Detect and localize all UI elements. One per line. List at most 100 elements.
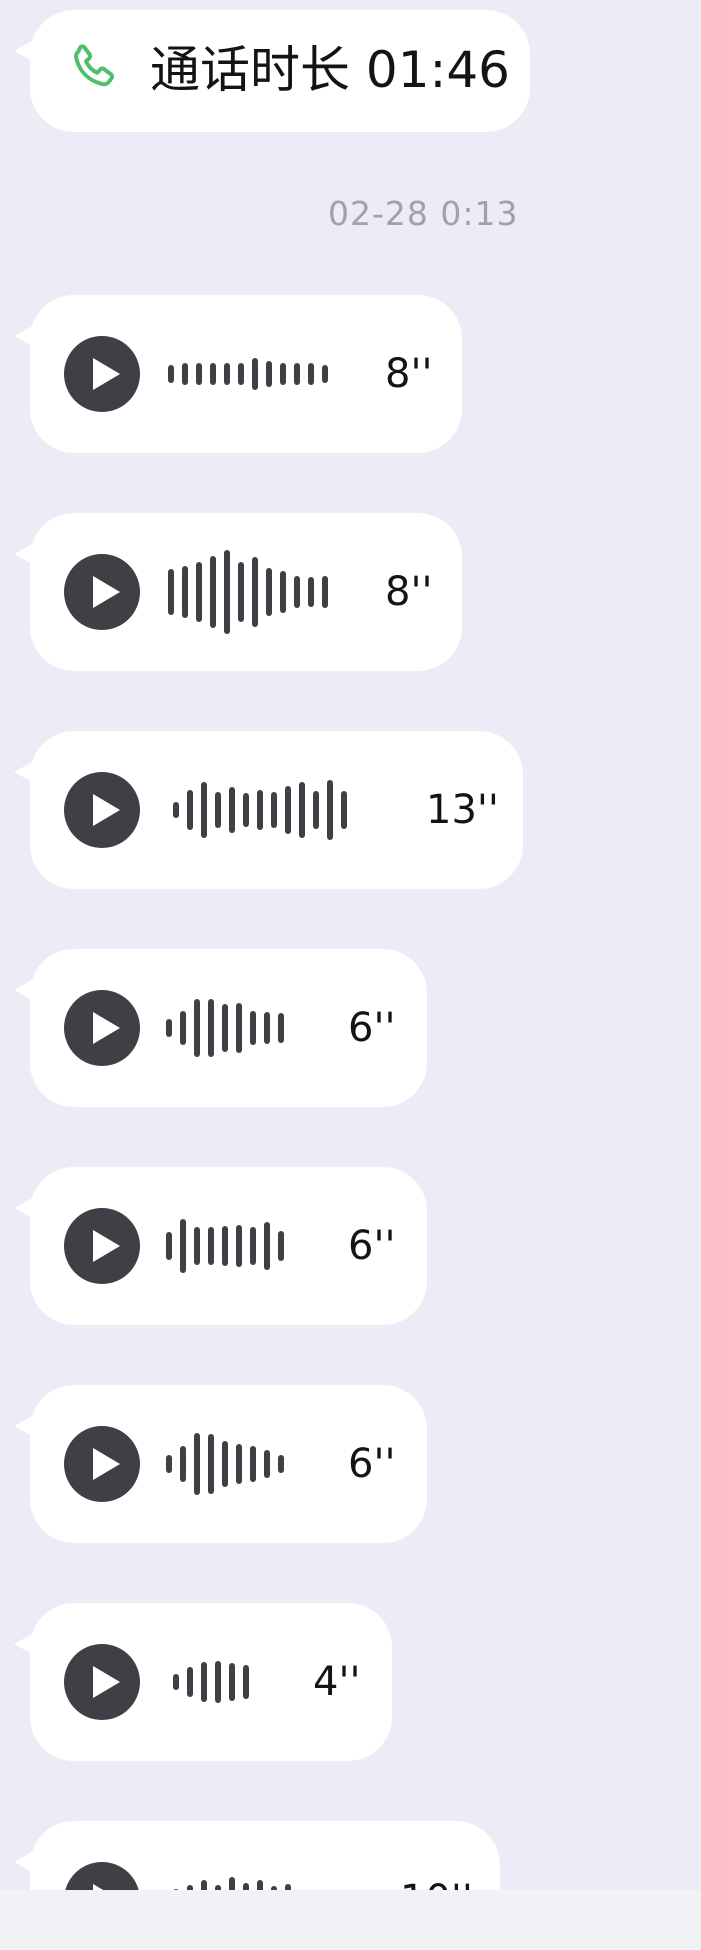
voice-duration: 6'' xyxy=(348,1005,396,1051)
voice-message-bubble[interactable]: 13'' xyxy=(14,731,523,889)
play-icon[interactable] xyxy=(64,554,140,630)
play-icon[interactable] xyxy=(64,772,140,848)
waveform-bar xyxy=(264,1222,270,1270)
voice-duration: 6'' xyxy=(348,1441,396,1487)
voice-message-bubble[interactable]: 8'' xyxy=(14,295,462,453)
bottom-strip xyxy=(0,1890,701,1950)
play-icon[interactable] xyxy=(64,336,140,412)
bubble-tail xyxy=(14,325,34,347)
bubble-tail xyxy=(14,979,34,1001)
waveform-bar xyxy=(278,1231,284,1261)
waveform-bar xyxy=(243,1665,249,1699)
waveform-bar xyxy=(222,1226,228,1266)
waveform-bar xyxy=(166,1455,172,1473)
play-icon[interactable] xyxy=(64,1426,140,1502)
waveform-bar xyxy=(299,782,305,838)
waveform-bar xyxy=(280,363,286,385)
waveform-bar xyxy=(166,1019,172,1037)
waveform-bar xyxy=(229,1663,235,1701)
waveform-bar xyxy=(243,1883,249,1890)
waveform-bar xyxy=(252,557,258,627)
waveform-bar xyxy=(208,999,214,1057)
waveform-bar xyxy=(236,1003,242,1053)
waveform-bar xyxy=(250,1446,256,1482)
chat-message-list[interactable]: 通话时长 01:46 02-28 0:13 8'' 8'' 13'' 6'' 6'' 6'… xyxy=(0,0,701,1890)
voice-duration: 13'' xyxy=(426,787,499,833)
waveform-bar xyxy=(187,790,193,830)
waveform-bar xyxy=(182,363,188,385)
waveform-bar xyxy=(271,792,277,828)
waveform-bar xyxy=(308,577,314,607)
voice-message-bubble[interactable]: 6'' xyxy=(14,1385,427,1543)
waveform-bar xyxy=(180,1446,186,1482)
voice-duration: 4'' xyxy=(313,1659,361,1705)
waveform-bar xyxy=(238,562,244,622)
phone-icon xyxy=(64,39,124,99)
voice-duration: 10'' xyxy=(400,1872,473,1890)
voice-message-bubble[interactable]: 4'' xyxy=(14,1603,392,1761)
voice-duration: 8'' xyxy=(385,351,433,397)
waveform-bar xyxy=(250,1011,256,1045)
waveform-bar xyxy=(229,1877,235,1890)
play-icon[interactable] xyxy=(64,1862,140,1890)
waveform-bar xyxy=(278,1455,284,1473)
waveform-bar xyxy=(264,1012,270,1044)
waveform-bar xyxy=(294,363,300,385)
waveform-bar xyxy=(168,365,174,383)
waveform-bar xyxy=(208,1227,214,1265)
waveform-bar xyxy=(266,361,272,387)
waveform-bar xyxy=(327,780,333,840)
play-icon[interactable] xyxy=(64,1644,140,1720)
waveform-bar xyxy=(264,1450,270,1478)
waveform-bar xyxy=(238,363,244,385)
play-icon[interactable] xyxy=(64,990,140,1066)
waveform-bar xyxy=(173,802,179,818)
waveform-bar xyxy=(280,571,286,613)
waveform-bar xyxy=(210,556,216,628)
call-record-bubble[interactable]: 通话时长 01:46 xyxy=(14,10,530,132)
waveform-bar xyxy=(229,787,235,833)
waveform-bar xyxy=(222,1004,228,1052)
waveform-bar xyxy=(308,363,314,385)
call-duration-label: 通话时长 01:46 xyxy=(150,41,510,99)
waveform-bar xyxy=(194,1433,200,1495)
waveform-bar xyxy=(285,786,291,834)
waveform-bar xyxy=(196,363,202,385)
bubble-tail xyxy=(14,1415,34,1437)
voice-message-bubble[interactable]: 10'' xyxy=(14,1821,500,1890)
waveform-bar xyxy=(166,1232,172,1260)
waveform-bar xyxy=(182,566,188,618)
bubble-tail xyxy=(14,40,34,62)
waveform-bar xyxy=(180,1011,186,1045)
waveform-bar xyxy=(210,363,216,385)
waveform-bar xyxy=(236,1444,242,1484)
waveform-bar xyxy=(250,1227,256,1265)
voice-message-bubble[interactable]: 8'' xyxy=(14,513,462,671)
waveform-bar xyxy=(224,363,230,385)
waveform-bar xyxy=(215,1661,221,1703)
bubble-tail xyxy=(14,761,34,783)
waveform-bar xyxy=(201,782,207,838)
waveform-bar xyxy=(208,1434,214,1494)
waveform-bar xyxy=(266,568,272,616)
waveform-bar xyxy=(313,791,319,829)
waveform-bar xyxy=(187,1667,193,1697)
waveform-bar xyxy=(257,790,263,830)
bubble-tail xyxy=(14,1197,34,1219)
waveform-bar xyxy=(180,1219,186,1273)
play-icon[interactable] xyxy=(64,1208,140,1284)
waveform-bar xyxy=(222,1441,228,1487)
waveform-bar xyxy=(257,1880,263,1890)
voice-message-bubble[interactable]: 6'' xyxy=(14,1167,427,1325)
waveform-bar xyxy=(252,358,258,390)
waveform-bar xyxy=(341,791,347,829)
voice-message-bubble[interactable]: 6'' xyxy=(14,949,427,1107)
voice-duration: 6'' xyxy=(348,1223,396,1269)
waveform-bar xyxy=(215,792,221,828)
bubble-tail xyxy=(14,543,34,565)
voice-duration: 8'' xyxy=(385,569,433,615)
waveform-bar xyxy=(278,1013,284,1043)
waveform-bar xyxy=(322,576,328,608)
waveform-bar xyxy=(236,1225,242,1267)
waveform-bar xyxy=(196,562,202,622)
